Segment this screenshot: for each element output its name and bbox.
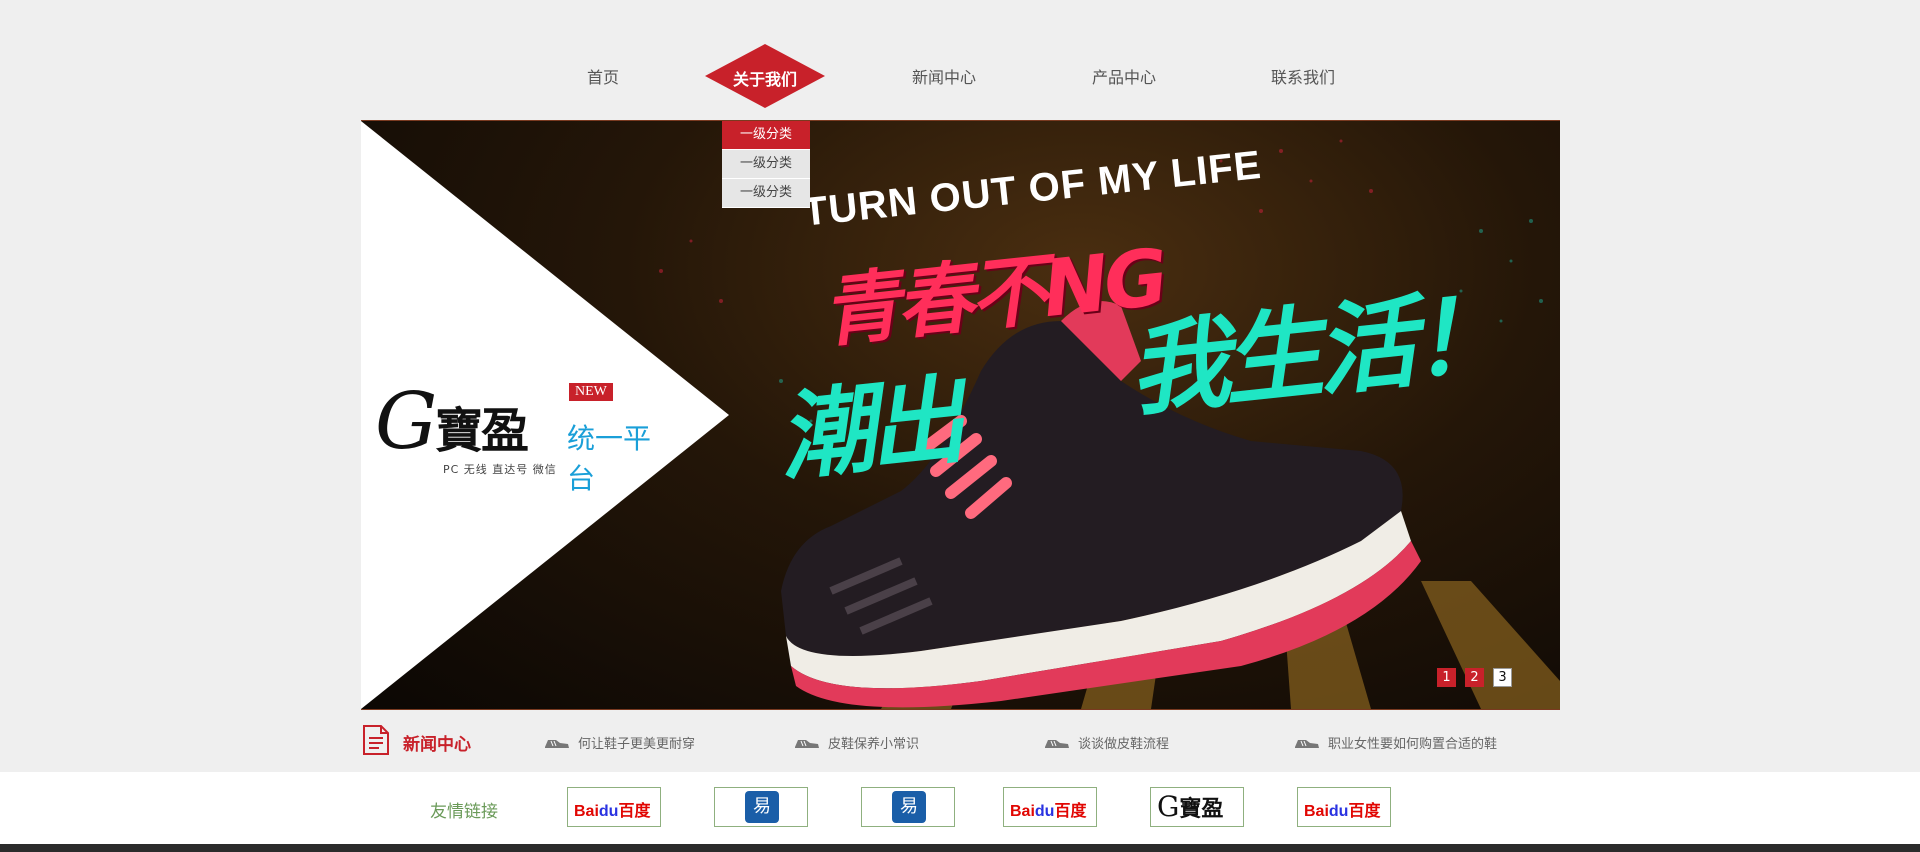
news-link[interactable]: 何让鞋子更美更耐穿 bbox=[544, 733, 695, 752]
news-link-text: 何让鞋子更美更耐穿 bbox=[578, 737, 696, 752]
hero-banner[interactable]: TURN OUT OF MY LIFE 青春不NG 潮出 我生活！ G 寶盈 N… bbox=[361, 120, 1560, 710]
news-link[interactable]: 皮鞋保养小常识 bbox=[794, 733, 919, 752]
news-link-text: 职业女性要如何购置合适的鞋 bbox=[1328, 737, 1498, 752]
news-link[interactable]: 谈谈做皮鞋流程 bbox=[1044, 733, 1169, 752]
banner-headline-teal-1: 潮出 bbox=[773, 364, 965, 495]
pagination-dot-2[interactable]: 2 bbox=[1465, 668, 1484, 687]
friendly-links: 友情链接 Baidu百度 易 易 Baidu百度 G寶盈 Baidu百度 bbox=[0, 772, 1920, 844]
logo-subtitle: PC 无线 直达号 微信 bbox=[443, 463, 557, 476]
friend-link-baidu[interactable]: Baidu百度 bbox=[1003, 787, 1097, 827]
dropdown-item[interactable]: 一级分类 bbox=[722, 150, 810, 179]
pagination-dot-1[interactable]: 1 bbox=[1437, 668, 1456, 687]
yi-logo: 易 bbox=[745, 791, 779, 823]
dropdown-item[interactable]: 一级分类 bbox=[722, 121, 810, 150]
nav-item-about-label: 关于我们 bbox=[732, 70, 797, 89]
shoe-icon bbox=[1295, 740, 1319, 748]
pagination-dot-3[interactable]: 3 bbox=[1493, 668, 1512, 687]
nav-item-news[interactable]: 新闻中心 bbox=[912, 64, 976, 88]
news-link-text: 谈谈做皮鞋流程 bbox=[1078, 737, 1170, 752]
yi-logo: 易 bbox=[892, 791, 926, 823]
logo-initial: G bbox=[375, 377, 438, 467]
main-nav: 首页 关于我们 新闻中心 产品中心 联系我们 bbox=[0, 0, 1920, 120]
friend-link-baidu[interactable]: Baidu百度 bbox=[1297, 787, 1391, 827]
logo-name: 寶盈 bbox=[435, 403, 529, 459]
news-link[interactable]: 职业女性要如何购置合适的鞋 bbox=[1294, 733, 1497, 752]
news-section-title: 新闻中心 bbox=[403, 735, 471, 755]
banner-pagination: 1 2 3 bbox=[1437, 668, 1512, 687]
friend-link-gb[interactable]: G寶盈 bbox=[1150, 787, 1244, 827]
news-strip: 新闻中心 何让鞋子更美更耐穿 皮鞋保养小常识 谈谈做皮鞋流程 职业女性要如何购置… bbox=[361, 720, 1560, 760]
about-dropdown-menu: 一级分类 一级分类 一级分类 bbox=[722, 121, 810, 208]
document-icon bbox=[363, 725, 389, 755]
brand-logo: G 寶盈 NEW 统一平台 PC 无线 直达号 微信 bbox=[375, 383, 675, 503]
baidu-logo: Baidu百度 bbox=[574, 803, 651, 820]
logo-platform-text: 统一平台 bbox=[567, 422, 652, 495]
news-link-text: 皮鞋保养小常识 bbox=[828, 737, 920, 752]
nav-item-home[interactable]: 首页 bbox=[587, 64, 619, 88]
new-badge: NEW bbox=[569, 383, 613, 401]
baidu-logo: Baidu百度 bbox=[1304, 803, 1381, 820]
shoe-icon bbox=[1045, 740, 1069, 748]
dropdown-item[interactable]: 一级分类 bbox=[722, 179, 810, 208]
shoe-icon bbox=[795, 740, 819, 748]
footer-bar bbox=[0, 844, 1920, 852]
friend-link-yi[interactable]: 易 bbox=[861, 787, 955, 827]
friendly-links-label: 友情链接 bbox=[430, 802, 498, 822]
nav-item-about[interactable]: 关于我们 bbox=[705, 44, 825, 108]
gb-logo: G寶盈 bbox=[1157, 790, 1224, 823]
nav-item-products[interactable]: 产品中心 bbox=[1092, 64, 1156, 88]
friend-link-yi[interactable]: 易 bbox=[714, 787, 808, 827]
baidu-logo: Baidu百度 bbox=[1010, 803, 1087, 820]
friend-link-baidu[interactable]: Baidu百度 bbox=[567, 787, 661, 827]
nav-item-contact[interactable]: 联系我们 bbox=[1271, 64, 1335, 88]
shoe-icon bbox=[545, 740, 569, 748]
